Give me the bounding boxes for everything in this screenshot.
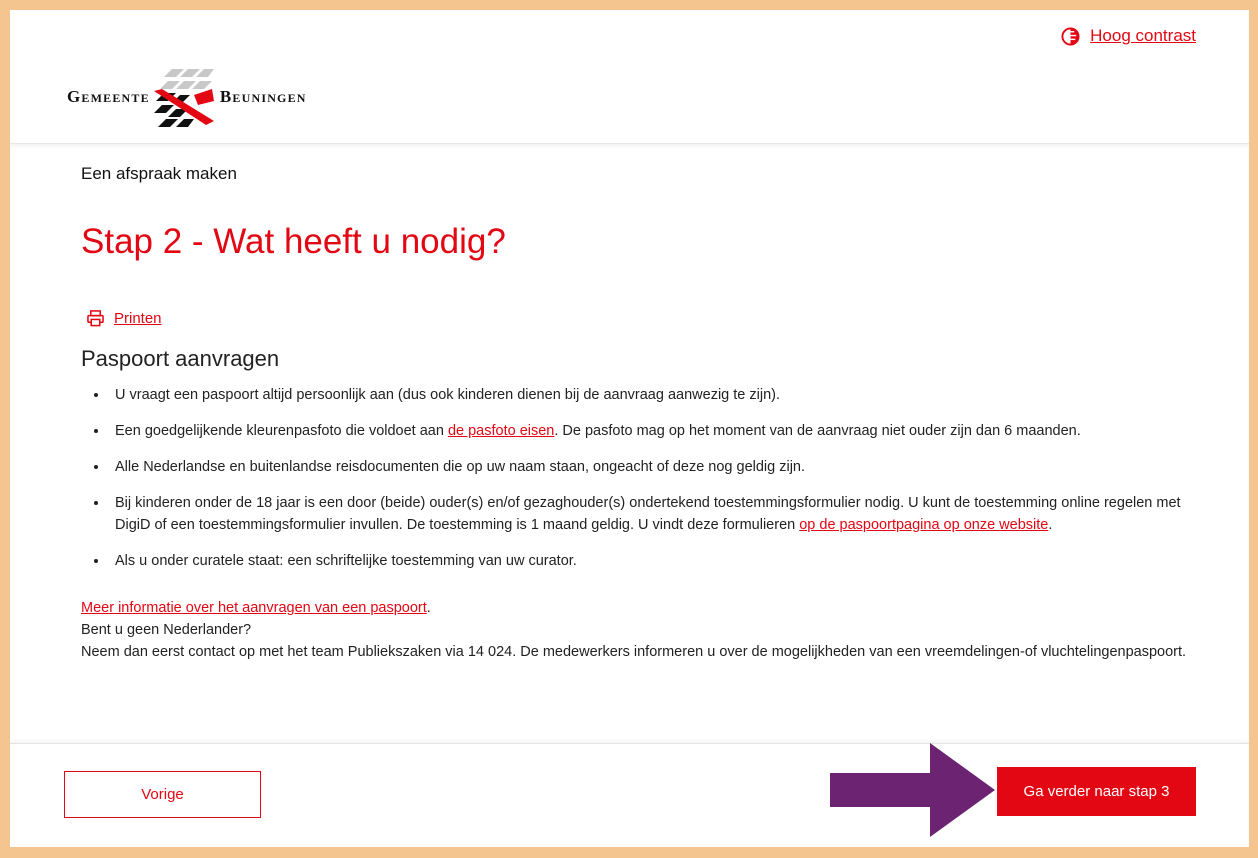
- list-item-text: Een goedgelijkende kleurenpasfoto die vo…: [115, 423, 448, 439]
- list-item: U vraagt een paspoort altijd persoonlijk…: [109, 384, 1201, 406]
- foreigner-text: Neem dan eerst contact op met het team P…: [81, 644, 1187, 660]
- more-info-link[interactable]: Meer informatie over het aanvragen van e…: [81, 600, 427, 616]
- requirements-list: U vraagt een paspoort altijd persoonlijk…: [81, 384, 1201, 586]
- site-header: Hoog contrast Gemeente Beuningen: [10, 10, 1249, 144]
- list-item-text: U vraagt een paspoort altijd persoonlijk…: [115, 387, 780, 403]
- foreigner-question: Bent u geen Nederlander?: [81, 622, 252, 638]
- page-frame: Hoog contrast Gemeente Beuningen Een afs…: [10, 10, 1249, 847]
- section-title: Paspoort aanvragen: [81, 346, 280, 371]
- municipality-logo[interactable]: Gemeente Beuningen: [67, 65, 307, 129]
- high-contrast-toggle[interactable]: Hoog contrast: [1061, 26, 1196, 46]
- more-info-block: Meer informatie over het aanvragen van e…: [81, 597, 1201, 663]
- contrast-icon: [1061, 26, 1080, 46]
- navigation-footer: Vorige Ga verder naar stap 3: [10, 743, 1249, 847]
- photo-requirements-link[interactable]: de pasfoto eisen: [448, 423, 554, 439]
- previous-button[interactable]: Vorige: [64, 771, 261, 818]
- print-link[interactable]: Printen: [87, 310, 162, 327]
- printer-icon: [87, 310, 104, 327]
- next-step-button[interactable]: Ga verder naar stap 3: [997, 767, 1196, 816]
- more-info-period: .: [426, 600, 431, 616]
- list-item-text: Alle Nederlandse en buitenlandse reisdoc…: [115, 459, 806, 475]
- list-item: Bij kinderen onder de 18 jaar is een doo…: [109, 492, 1201, 536]
- list-item: Alle Nederlandse en buitenlandse reisdoc…: [109, 456, 1201, 478]
- list-item: Een goedgelijkende kleurenpasfoto die vo…: [109, 420, 1201, 442]
- pointer-arrow-icon: [830, 743, 995, 837]
- logo-word-left: Gemeente: [67, 87, 150, 106]
- breadcrumb: Een afspraak maken: [81, 164, 237, 183]
- list-item-text: . De pasfoto mag op het moment van de aa…: [554, 423, 1081, 439]
- logo-word-right: Beuningen: [219, 87, 307, 106]
- list-item: Als u onder curatele staat: een schrifte…: [109, 550, 1201, 572]
- high-contrast-label[interactable]: Hoog contrast: [1090, 26, 1196, 46]
- passport-page-link[interactable]: op de paspoortpagina op onze website: [799, 517, 1048, 533]
- page-title: Stap 2 - Wat heeft u nodig?: [81, 222, 506, 261]
- list-item-text: .: [1048, 517, 1053, 533]
- list-item-text: Als u onder curatele staat: een schrifte…: [115, 553, 577, 569]
- print-label[interactable]: Printen: [114, 310, 162, 327]
- logo-emblem-icon: [153, 69, 214, 127]
